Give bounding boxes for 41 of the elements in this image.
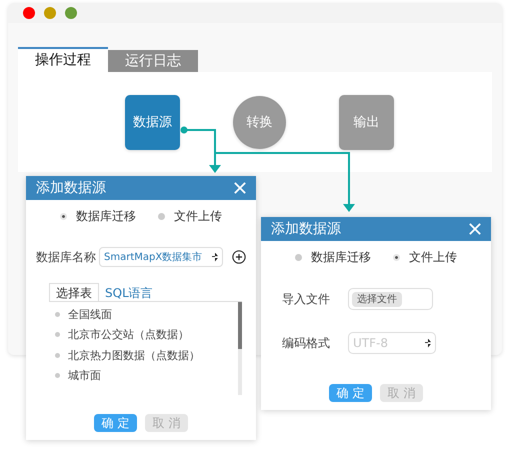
confirm-button[interactable]: 确 定 xyxy=(94,414,137,432)
radio-label: 文件上传 xyxy=(174,208,222,225)
tab[interactable]: 运行日志 xyxy=(108,50,198,72)
bullet-icon xyxy=(55,352,60,358)
radio-label: 数据库迁移 xyxy=(76,208,136,225)
source-tab[interactable]: SQL语言 xyxy=(99,284,159,301)
radio-label: 数据库迁移 xyxy=(311,249,371,266)
source-tab[interactable]: 选择表 xyxy=(49,283,99,301)
radio-button[interactable] xyxy=(60,213,67,220)
minimize-window-icon[interactable] xyxy=(44,7,56,19)
tab[interactable]: 操作过程 xyxy=(18,47,108,72)
radio-button[interactable] xyxy=(295,254,302,261)
bullet-icon xyxy=(55,312,60,317)
table-item[interactable]: 全国线面 xyxy=(68,306,112,322)
sort-arrows-icon xyxy=(212,252,218,262)
radio-label: 文件上传 xyxy=(409,249,457,266)
flow-node[interactable]: 数据源 xyxy=(125,94,180,150)
close-window-icon[interactable] xyxy=(23,7,35,19)
flow-node[interactable]: 转换 xyxy=(233,96,286,148)
add-icon[interactable] xyxy=(232,250,246,264)
choose-file-button[interactable]: 选择文件 xyxy=(352,292,402,306)
close-icon[interactable] xyxy=(234,182,246,194)
radio-button[interactable] xyxy=(158,213,165,220)
maximize-window-icon[interactable] xyxy=(65,7,77,19)
table-item[interactable]: 城市面 xyxy=(68,368,101,384)
field-label: 数据库名称 xyxy=(36,248,96,266)
sort-arrows-icon xyxy=(425,338,431,348)
field-label: 编码格式 xyxy=(282,334,331,352)
dialog-title: 添加数据源 xyxy=(36,179,106,197)
table-item[interactable]: 北京热力图数据（点数据） xyxy=(68,348,200,363)
bullet-icon xyxy=(55,332,60,338)
confirm-button[interactable]: 确 定 xyxy=(329,384,372,402)
dialog-title: 添加数据源 xyxy=(271,220,341,238)
radio-button[interactable] xyxy=(393,254,400,261)
database-select[interactable]: SmartMapX数据集市 xyxy=(99,247,223,267)
field-label: 导入文件 xyxy=(282,290,331,308)
scrollbar[interactable] xyxy=(238,302,242,395)
flow-node[interactable]: 输出 xyxy=(339,94,394,150)
close-icon[interactable] xyxy=(469,223,481,235)
table-item[interactable]: 北京市公交站（点数据） xyxy=(68,327,189,342)
bullet-icon xyxy=(55,373,60,378)
